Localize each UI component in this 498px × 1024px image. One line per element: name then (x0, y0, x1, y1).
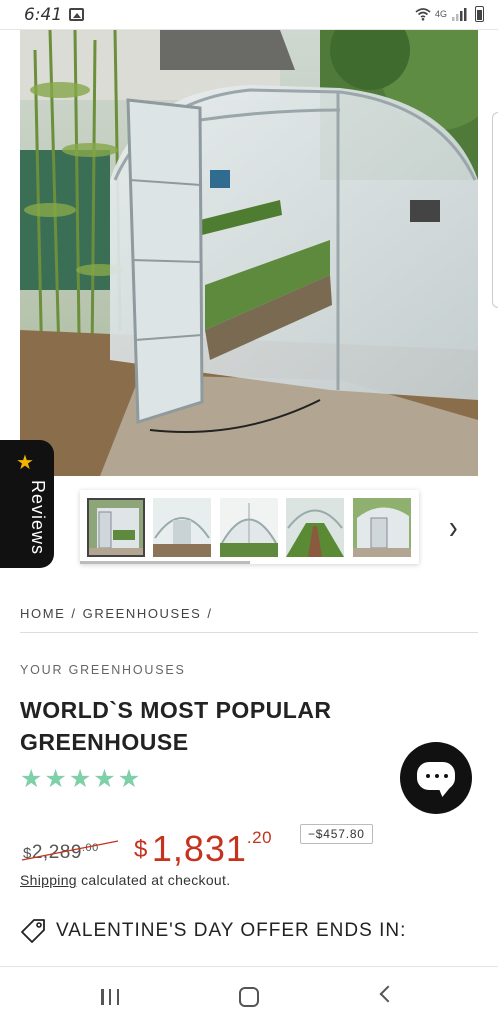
breadcrumb-separator: / (71, 606, 77, 621)
status-time: 6:41 (24, 5, 63, 25)
chevron-right-icon[interactable]: › (449, 507, 458, 547)
recent-apps-icon[interactable] (101, 989, 119, 1005)
thumbnail-2[interactable] (153, 498, 211, 557)
star-icon: ★ (44, 765, 67, 793)
thumbnail-5[interactable] (353, 498, 411, 557)
status-indicators: 4G (415, 6, 484, 22)
breadcrumb-home[interactable]: HOME (20, 606, 65, 621)
reviews-tab[interactable]: ★ Reviews (0, 440, 54, 568)
home-icon[interactable] (239, 987, 259, 1007)
shipping-link[interactable]: Shipping (20, 872, 77, 888)
reviews-label: Reviews (28, 480, 48, 556)
star-icon: ★ (20, 765, 43, 793)
product-title: WORLD`S MOST POPULAR GREENHOUSE (20, 697, 332, 755)
star-icon: ★ (16, 452, 34, 474)
page-scrollbar[interactable] (492, 112, 498, 308)
wifi-icon (415, 8, 431, 21)
battery-icon (475, 6, 484, 22)
savings-badge: −$457.80 (300, 824, 373, 844)
product-main-image[interactable] (20, 30, 478, 476)
thumbnail-4[interactable] (286, 498, 344, 557)
network-type: 4G (434, 9, 447, 19)
price-row: $2,289.00 $ 1,831.20 −$457.80 (20, 824, 478, 870)
star-icon: ★ (117, 765, 141, 793)
thumbnail-1[interactable] (87, 498, 145, 557)
sale-price: $ 1,831.20 (134, 828, 273, 869)
strikethrough-line (21, 840, 119, 861)
offer-banner: VALENTINE'S DAY OFFER ENDS IN: (20, 918, 406, 944)
chat-icon (417, 762, 455, 790)
star-icon: ★ (93, 765, 116, 793)
shipping-note: Shipping calculated at checkout. (20, 872, 231, 888)
gallery-notification-icon (69, 8, 84, 21)
android-nav-bar (0, 966, 498, 1024)
breadcrumb-separator: / (207, 606, 213, 621)
greenhouse-photo (20, 30, 478, 476)
thumbnail-strip (80, 490, 419, 564)
signal-icon (452, 8, 467, 21)
breadcrumb: HOME / GREENHOUSES / (20, 606, 213, 621)
divider (20, 632, 478, 633)
back-icon[interactable] (379, 985, 397, 1003)
star-icon: ★ (68, 765, 92, 793)
rating-stars[interactable]: ★ ★ ★ ★ ★ (20, 764, 140, 794)
offer-text: VALENTINE'S DAY OFFER ENDS IN: (56, 920, 407, 941)
product-vendor: YOUR GREENHOUSES (20, 663, 186, 677)
breadcrumb-greenhouses[interactable]: GREENHOUSES (83, 606, 202, 621)
thumbnail-scrollbar[interactable] (80, 561, 250, 564)
tag-icon (21, 919, 45, 943)
status-bar: 6:41 4G (0, 0, 498, 30)
thumbnail-3[interactable] (220, 498, 278, 557)
chat-button[interactable] (400, 742, 472, 814)
